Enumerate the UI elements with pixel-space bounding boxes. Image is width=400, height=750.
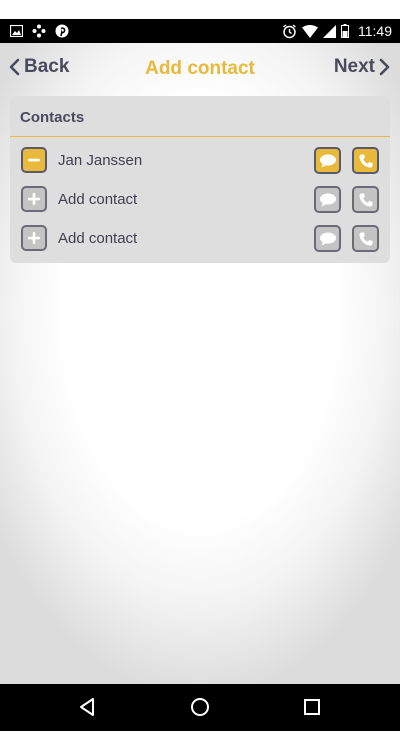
app-screen: Back Add contact Next Contacts Jan Janss… [0, 43, 400, 684]
remove-contact-button[interactable] [21, 147, 47, 173]
contact-row: Jan Janssen [10, 142, 390, 180]
message-button[interactable] [314, 147, 341, 174]
top-margin [0, 0, 400, 19]
nav-recents-button[interactable] [301, 696, 323, 718]
system-nav-bar [0, 684, 400, 731]
plus-icon [28, 193, 40, 205]
add-contact-label: Add contact [58, 230, 138, 247]
nav-home-button[interactable] [189, 696, 211, 718]
recents-square-icon [304, 699, 320, 715]
contacts-header: Contacts [10, 96, 390, 137]
contact-name: Jan Janssen [58, 152, 143, 169]
next-label: Next [333, 56, 375, 77]
contacts-panel: Contacts Jan Janssen Add contact Add con… [10, 96, 390, 263]
nav-bar: Back Add contact Next [0, 43, 400, 95]
add-contact-button[interactable] [21, 225, 47, 251]
next-button[interactable]: Next [334, 56, 390, 78]
alarm-icon [283, 23, 296, 38]
wifi-icon [302, 24, 318, 38]
contact-row: Add contact [10, 220, 390, 258]
call-button[interactable] [352, 147, 379, 174]
battery-icon [341, 24, 349, 38]
speech-bubble-icon [319, 154, 336, 167]
contacts-title: Contacts [20, 109, 85, 126]
call-button[interactable] [352, 225, 379, 252]
nav-back-button[interactable] [77, 696, 99, 718]
speech-bubble-icon [319, 193, 336, 206]
contact-row: Add contact [10, 181, 390, 219]
home-circle-icon [191, 698, 209, 716]
phone-icon [359, 193, 372, 206]
add-contact-button[interactable] [21, 186, 47, 212]
signal-icon [323, 24, 336, 38]
phone-icon [359, 154, 372, 167]
status-bar: 11:49 [0, 19, 400, 43]
message-button[interactable] [314, 186, 341, 213]
dots-cluster-icon [32, 24, 46, 38]
call-button[interactable] [352, 186, 379, 213]
chevron-right-icon [379, 58, 390, 76]
plus-icon [28, 232, 40, 244]
bottom-margin [0, 731, 400, 750]
status-time: 11:49 [358, 23, 392, 39]
minus-icon [28, 158, 40, 162]
speech-bubble-icon [319, 232, 336, 245]
back-triangle-icon [80, 698, 94, 716]
phone-icon [359, 232, 372, 245]
pinterest-icon [55, 24, 69, 38]
message-button[interactable] [314, 225, 341, 252]
image-icon [10, 25, 23, 37]
add-contact-label: Add contact [58, 191, 138, 208]
